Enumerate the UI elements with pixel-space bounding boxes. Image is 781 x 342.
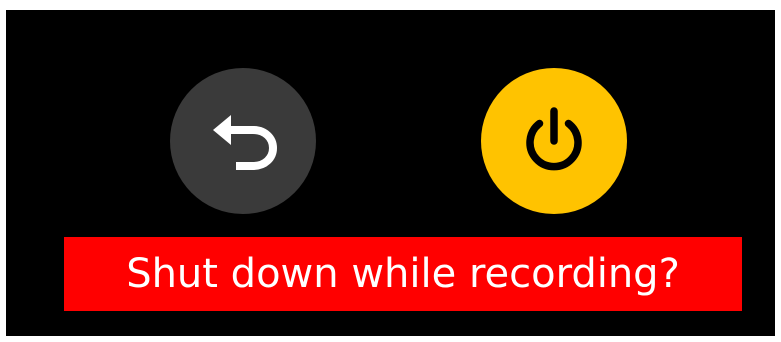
- undo-arrow-icon: [213, 115, 277, 170]
- shutdown-confirm-screen: Shut down while recording?: [6, 10, 775, 336]
- warning-banner: Shut down while recording?: [64, 237, 742, 311]
- power-icon: [526, 107, 582, 171]
- back-button[interactable]: [170, 68, 316, 214]
- shutdown-warning-message: Shut down while recording?: [126, 251, 680, 297]
- power-button[interactable]: [481, 68, 627, 214]
